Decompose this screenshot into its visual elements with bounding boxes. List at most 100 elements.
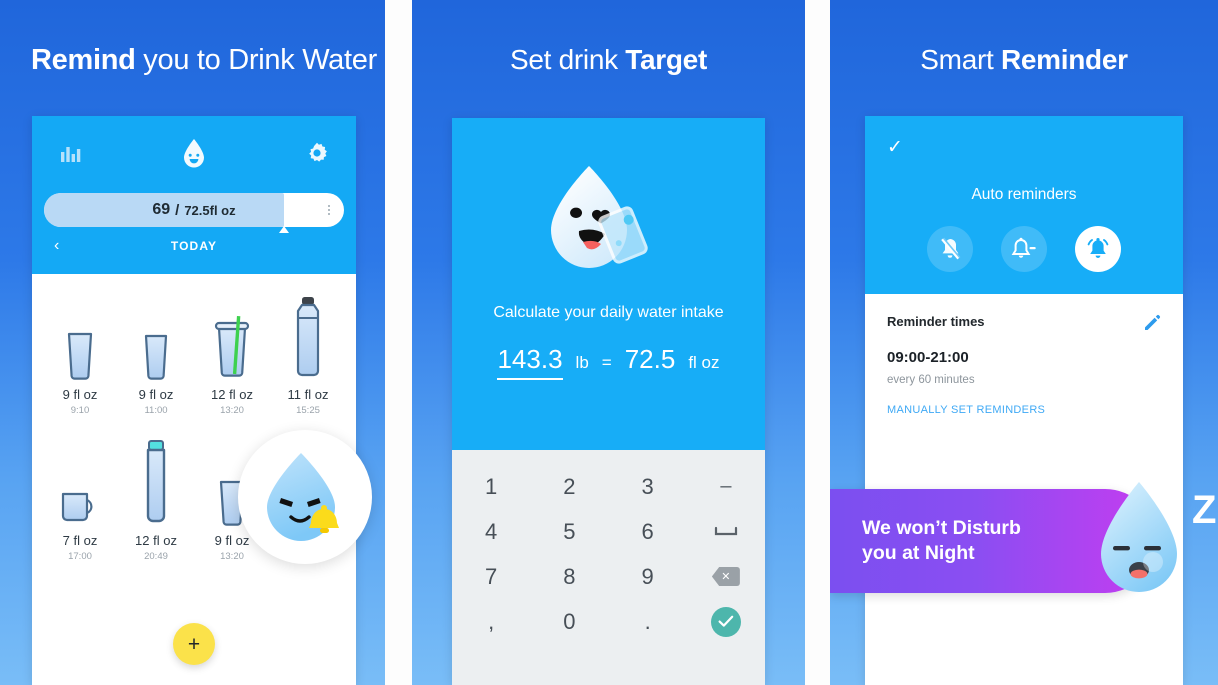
zzz-small: z: [1164, 499, 1171, 514]
panel-gap-2: [805, 0, 830, 685]
auto-reminders-title: Auto reminders: [971, 186, 1077, 203]
key-9[interactable]: 9: [609, 554, 687, 599]
panel1-headline-light: you to Drink Water: [135, 44, 377, 76]
progress-current: 69: [152, 201, 171, 218]
progress-label: 69 / 72.5fl oz: [44, 193, 344, 227]
happy-drop-drinking-mascot: [452, 160, 765, 278]
panel-gap-1: [385, 0, 412, 685]
drink-entry[interactable]: 12 fl oz 20:49: [118, 438, 194, 562]
bell-minus-icon[interactable]: [1001, 226, 1047, 272]
auto-reminder-header: ✓ Auto reminders: [865, 116, 1183, 294]
drink-amount: 12 fl oz: [211, 387, 253, 402]
key-0[interactable]: 0: [530, 599, 608, 644]
panel-remind: Remind you to Drink Water 69 / 72.5fl oz…: [0, 0, 385, 685]
drink-entry[interactable]: 9 fl oz 11:00: [118, 292, 194, 416]
backspace-icon[interactable]: ✕: [687, 554, 765, 599]
bar-chart-icon[interactable]: [60, 143, 82, 168]
drink-time: 9:10: [70, 405, 90, 416]
drink-time: 20:49: [144, 551, 168, 562]
pencil-icon[interactable]: [1143, 314, 1161, 337]
progress-target: 72.5fl oz: [184, 202, 236, 218]
drink-time: 11:00: [144, 405, 168, 416]
calculator-header: Calculate your daily water intake 143.3 …: [452, 118, 765, 450]
equals-sign: =: [601, 353, 612, 372]
drink-amount: 9 fl oz: [138, 387, 174, 402]
glass-icon: [138, 292, 174, 380]
drink-time: 13:20: [220, 551, 244, 562]
result-unit: fl oz: [688, 353, 720, 372]
panel2-headline-bold: Target: [625, 44, 707, 75]
bottle-icon: [136, 438, 176, 526]
progress-bar[interactable]: 69 / 72.5fl oz: [44, 193, 344, 233]
prev-day-icon[interactable]: ‹: [54, 237, 59, 255]
progress-separator: /: [175, 201, 180, 219]
reminder-interval: every 60 minutes: [887, 374, 975, 386]
drink-time: 13:20: [220, 405, 244, 416]
key-7[interactable]: 7: [452, 554, 530, 599]
panel2-headline: Set drink Target: [412, 44, 805, 76]
check-icon[interactable]: ✓: [887, 138, 903, 157]
manually-set-reminders-link[interactable]: MANUALLY SET REMINDERS: [887, 404, 1161, 416]
reminder-times-row: Reminder times: [887, 314, 1161, 337]
calculator-equation: 143.3 lb = 72.5 fl oz: [452, 344, 765, 380]
confirm-check-icon[interactable]: [687, 599, 765, 644]
drink-amount: 7 fl oz: [62, 533, 98, 548]
weight-input[interactable]: 143.3: [497, 344, 563, 380]
drink-entry[interactable]: 7 fl oz 17:00: [42, 438, 118, 562]
panel3-headline: Smart Reminder: [830, 44, 1218, 76]
glass-icon: [62, 292, 98, 380]
numeric-keypad: 1 2 3 – 4 5 6 7 8 9 ✕ , 0 .: [452, 450, 765, 685]
key-4[interactable]: 4: [452, 509, 530, 554]
key-1[interactable]: 1: [452, 464, 530, 509]
weight-unit: lb: [575, 353, 589, 372]
drink-amount: 9 fl oz: [62, 387, 98, 402]
reminder-mode-buttons: [865, 226, 1183, 272]
cup-straw-icon: [210, 292, 254, 380]
drink-amount: 11 fl oz: [287, 387, 329, 402]
gear-icon[interactable]: [306, 142, 328, 169]
phone-screen-1: 69 / 72.5fl oz ‹ TODAY 9 fl oz 9:10 9 fl…: [32, 116, 356, 685]
drink-time: 17:00: [68, 551, 92, 562]
drink-amount: 12 fl oz: [135, 533, 177, 548]
bell-off-icon[interactable]: [927, 226, 973, 272]
panel3-headline-light: Smart: [920, 44, 1001, 75]
key-3[interactable]: 3: [609, 464, 687, 509]
panel-target: Set drink Target Calculate your daily wa…: [412, 0, 805, 685]
zzz-mid: z: [1173, 519, 1183, 541]
reminder-times-card: Reminder times 09:00-21:00 every 60 minu…: [865, 294, 1183, 416]
app-icon-row: [32, 116, 356, 173]
panel-reminder: Smart Reminder ✓ Auto reminders Reminder…: [830, 0, 1218, 685]
zzz-big: Z: [1192, 488, 1217, 532]
drink-time: 15:25: [296, 405, 320, 416]
drink-row-1: 9 fl oz 9:10 9 fl oz 11:00 12 fl oz 13:2…: [42, 292, 346, 416]
key-space[interactable]: [687, 509, 765, 554]
key-8[interactable]: 8: [530, 554, 608, 599]
result-value: 72.5: [624, 344, 676, 374]
key-2[interactable]: 2: [530, 464, 608, 509]
key-minus[interactable]: –: [687, 464, 765, 509]
drink-entry[interactable]: 9 fl oz 9:10: [42, 292, 118, 416]
key-period[interactable]: .: [609, 599, 687, 644]
drink-entry[interactable]: 11 fl oz 15:25: [270, 292, 346, 416]
mug-icon: [58, 438, 102, 526]
reminder-times-label: Reminder times: [887, 314, 985, 329]
overflow-menu-icon[interactable]: [328, 205, 330, 215]
key-comma[interactable]: ,: [452, 599, 530, 644]
bell-active-icon[interactable]: [1075, 226, 1121, 272]
water-drop-icon[interactable]: [181, 138, 207, 173]
panel1-headline-bold: Remind: [31, 44, 136, 76]
add-drink-button[interactable]: +: [173, 623, 215, 665]
sport-bottle-icon: [288, 292, 328, 380]
night-banner-text: We won’t Disturb you at Night: [830, 516, 1021, 566]
calculator-caption: Calculate your daily water intake: [493, 304, 724, 321]
night-banner-line2: you at Night: [862, 542, 975, 564]
key-6[interactable]: 6: [609, 509, 687, 554]
drink-entry[interactable]: 12 fl oz 13:20: [194, 292, 270, 416]
day-label: TODAY: [170, 239, 218, 253]
panel1-headline: Remind you to Drink Water: [0, 44, 385, 77]
key-5[interactable]: 5: [530, 509, 608, 554]
panel2-headline-light: Set drink: [510, 44, 626, 75]
phone-screen-2: Calculate your daily water intake 143.3 …: [452, 118, 765, 685]
screenshot-stage: Remind you to Drink Water 69 / 72.5fl oz…: [0, 0, 1218, 685]
drink-amount: 9 fl oz: [214, 533, 250, 548]
